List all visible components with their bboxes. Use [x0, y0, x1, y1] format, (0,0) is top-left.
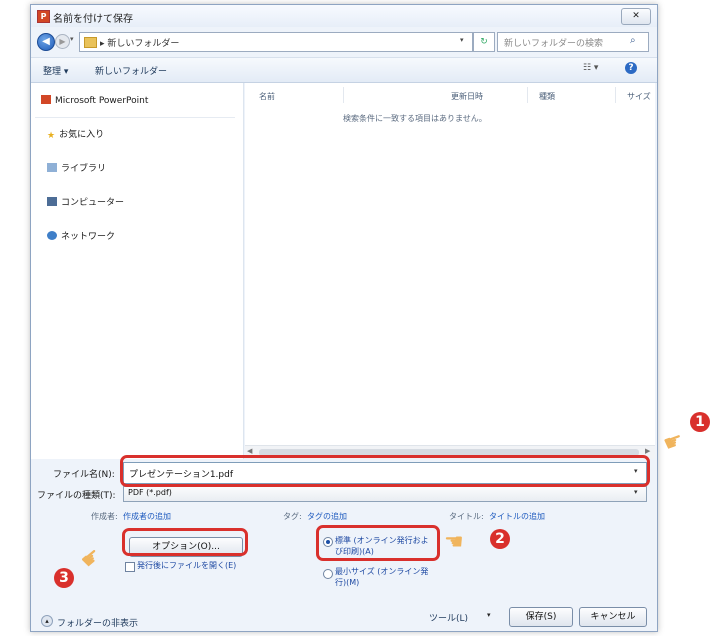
tools-menu[interactable]: ツール(L) [429, 611, 468, 624]
nav-item-computer[interactable]: コンピューター [47, 195, 124, 208]
pointing-hand-icon: ☛ [660, 427, 688, 458]
close-button[interactable]: ✕ [621, 8, 651, 25]
chevron-up-icon[interactable]: ▴ [41, 615, 53, 627]
scroll-right-icon[interactable]: ▶ [645, 447, 650, 455]
search-icon[interactable]: ⌕ [630, 35, 636, 46]
filetype-select[interactable]: PDF (*.pdf) ▾ [123, 486, 647, 502]
author-label: 作成者: [91, 512, 118, 521]
computer-icon [47, 197, 57, 206]
step-badge-3: 3 [54, 568, 74, 588]
title-label: タイトル: [449, 512, 484, 521]
view-options-button[interactable]: ☷ ▾ [583, 63, 598, 73]
column-header-name[interactable]: 名前 [259, 91, 275, 102]
star-icon: ★ [47, 131, 56, 141]
address-field[interactable]: ▸ 新しいフォルダー ▾ [79, 32, 473, 52]
navigation-pane: Microsoft PowerPoint ★ お気に入り ライブラリ コンピュータ… [31, 83, 244, 459]
nav-item-label: お気に入り [59, 130, 105, 140]
address-path: ▸ 新しいフォルダー [100, 39, 180, 49]
column-divider[interactable] [343, 87, 344, 103]
filetype-value: PDF (*.pdf) [128, 488, 172, 497]
options-highlight [122, 528, 248, 556]
address-bar-row: ◀ ▶ ▾ ▸ 新しいフォルダー ▾ ↻ 新しいフォルダーの検索 ⌕ [31, 29, 657, 55]
step-badge-2: 2 [490, 529, 510, 549]
search-placeholder: 新しいフォルダーの検索 [504, 39, 604, 49]
nav-item-libraries[interactable]: ライブラリ [47, 161, 106, 174]
title-bar: P 名前を付けて保存 ✕ [31, 5, 657, 27]
command-toolbar: 整理 ▾ 新しいフォルダー ☷ ▾ ? [31, 57, 657, 83]
chevron-down-icon[interactable]: ▾ [634, 488, 638, 496]
filename-label: ファイル名(N): [53, 470, 115, 480]
tags-link[interactable]: タグの追加 [307, 511, 347, 522]
chevron-down-icon[interactable]: ▾ [460, 36, 464, 44]
author-link[interactable]: 作成者の追加 [123, 511, 171, 522]
filename-highlight [120, 455, 650, 487]
optimize-minimum-radio[interactable] [323, 569, 333, 579]
column-divider[interactable] [615, 87, 616, 103]
new-folder-button[interactable]: 新しいフォルダー [95, 64, 167, 77]
scroll-left-icon[interactable]: ◀ [247, 447, 252, 455]
network-icon [47, 231, 57, 240]
tools-chevron-down-icon[interactable]: ▾ [487, 611, 491, 619]
nav-item-powerpoint[interactable]: Microsoft PowerPoint [41, 95, 148, 106]
nav-item-label: Microsoft PowerPoint [55, 96, 149, 106]
nav-item-network[interactable]: ネットワーク [47, 229, 115, 242]
optimize-highlight [316, 525, 440, 561]
nav-item-label: ネットワーク [61, 232, 116, 242]
powerpoint-app-icon: P [37, 10, 50, 23]
folder-icon [84, 37, 97, 48]
column-divider[interactable] [527, 87, 528, 103]
organize-button[interactable]: 整理 ▾ [43, 64, 68, 77]
cancel-button[interactable]: キャンセル [579, 607, 647, 627]
optimize-minimum-label[interactable]: 最小サイズ (オンライン発行)(M) [335, 566, 435, 588]
filetype-label: ファイルの種類(T): [37, 491, 116, 501]
search-input[interactable]: 新しいフォルダーの検索 ⌕ [497, 32, 649, 52]
column-header-size[interactable]: サイズ [627, 91, 651, 102]
empty-message: 検索条件に一致する項目はありません。 [343, 114, 487, 123]
hide-folders-button[interactable]: フォルダーの非表示 [57, 616, 138, 629]
column-header-type[interactable]: 種類 [539, 91, 555, 102]
save-button[interactable]: 保存(S) [509, 607, 573, 627]
history-dropdown-icon[interactable]: ▾ [70, 35, 74, 43]
powerpoint-icon [41, 95, 51, 104]
forward-button[interactable]: ▶ [55, 34, 70, 49]
tags-label: タグ: [283, 512, 302, 521]
open-after-publish-label[interactable]: 発行後にファイルを開く(E) [137, 560, 237, 571]
nav-item-label: コンピューター [61, 198, 125, 208]
column-header-modified[interactable]: 更新日時 [451, 91, 483, 102]
step-badge-1: 1 [690, 412, 710, 432]
nav-item-label: ライブラリ [61, 164, 107, 174]
open-after-publish-checkbox[interactable] [125, 562, 135, 572]
refresh-button[interactable]: ↻ [473, 32, 495, 52]
pointing-hand-icon: ☛ [444, 530, 464, 555]
dialog-title: 名前を付けて保存 [53, 14, 133, 25]
nav-item-favorites[interactable]: ★ お気に入り [47, 127, 105, 141]
back-button[interactable]: ◀ [37, 33, 55, 51]
help-icon[interactable]: ? [625, 62, 637, 74]
file-list: 名前 更新日時 種類 サイズ 検索条件に一致する項目はありません。 [245, 83, 655, 445]
title-link[interactable]: タイトルの追加 [489, 511, 545, 522]
divider [35, 117, 235, 118]
library-icon [47, 163, 57, 172]
